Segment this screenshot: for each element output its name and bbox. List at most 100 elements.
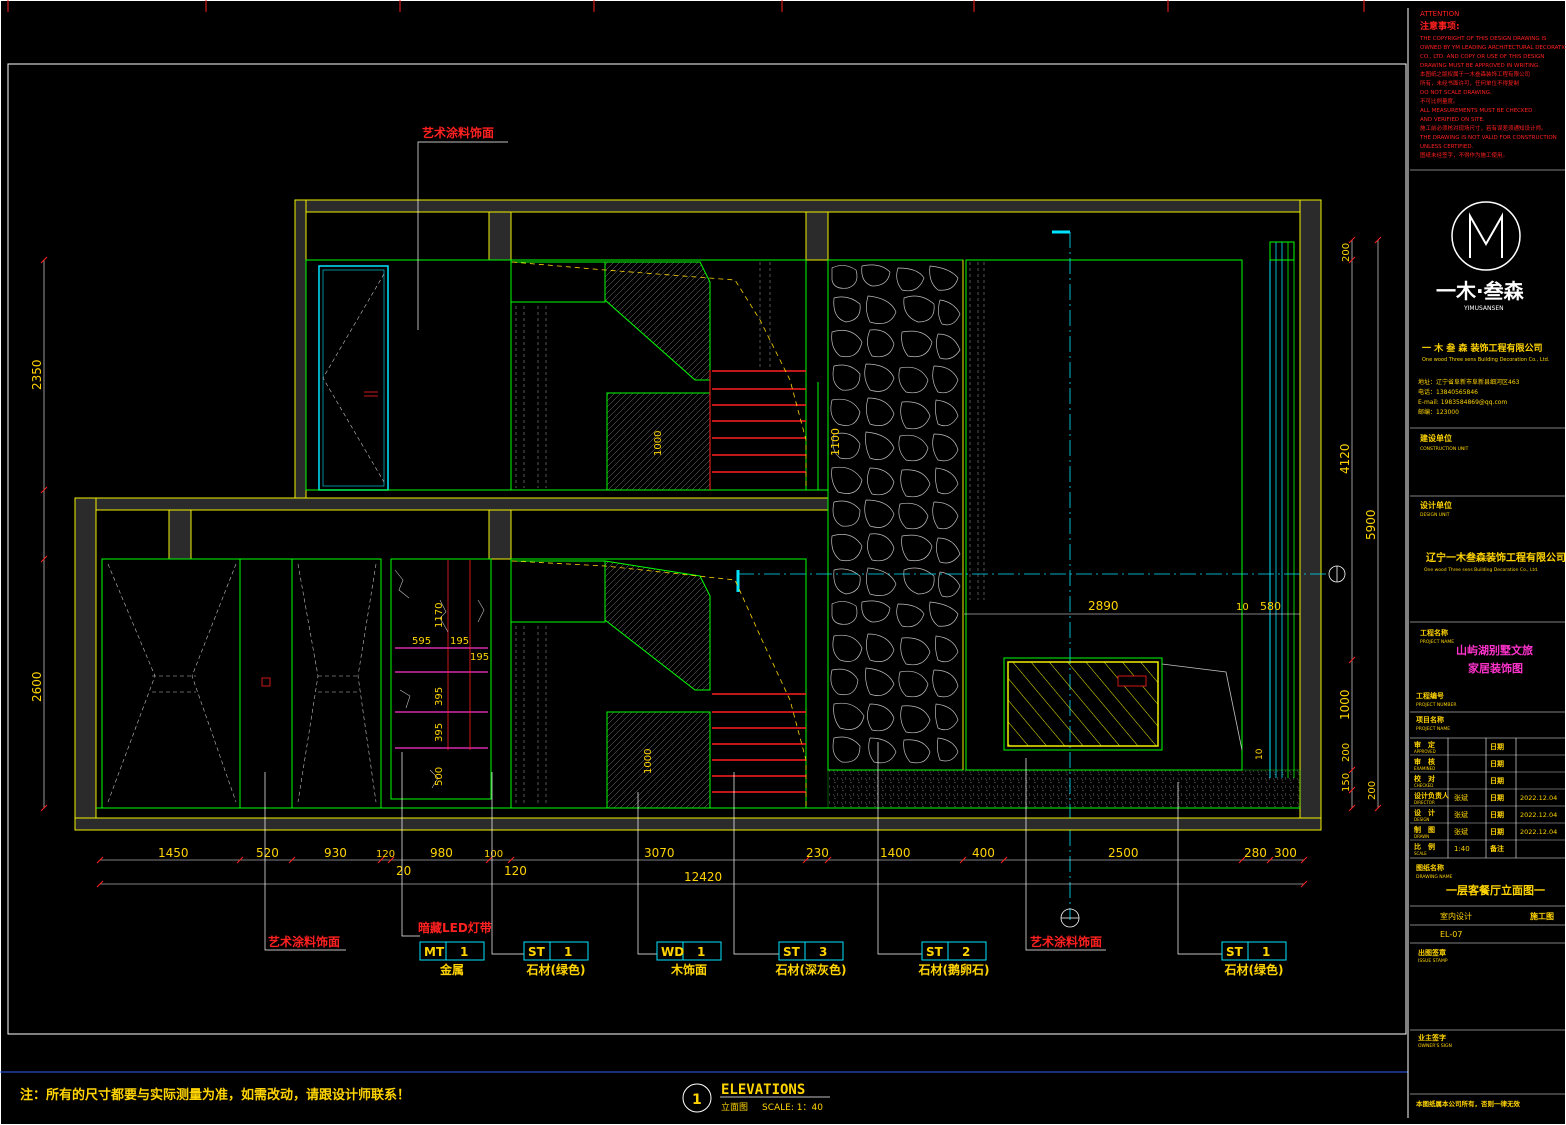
approval-date-label: 备注 [1489,844,1504,853]
tb-contact-1: 电话：13840565846 [1418,388,1478,396]
material-number: 1 [697,945,705,959]
material-tag-4: ST 2 石材(鹅卵石) [918,941,989,977]
approval-date-value: 2022.12.04 [1520,811,1557,819]
logo-en: YIMUSANSEN [1463,305,1504,312]
approval-date-label: 日期 [1490,742,1504,751]
tb-owner-en: OWNER'S SIGN [1418,1043,1452,1049]
material-label: 金属 [439,962,464,977]
material-tag-1: ST 1 石材(绿色) [523,941,589,977]
logo-cn: 一木·叁森 [1436,279,1525,303]
dim-right-6: 5900 [1364,509,1378,540]
grid-ticks [7,0,1365,12]
approval-label: 校 对 [1414,774,1435,783]
material-code: MT [424,945,445,959]
label-bottom-paint-right: 艺术涂料饰面 [1030,934,1102,949]
tb-note-line: THE COPYRIGHT OF THIS DESIGN DRAWING IS [1419,36,1547,42]
dim-bottom-3: 120 [376,849,395,860]
dim-int-0: 1000 [653,431,664,456]
approval-name: 张斌 [1454,810,1468,819]
dim-int-11: 395 [434,723,445,742]
right-wall-zone [736,230,1330,920]
tb-note-line: 图纸未经签字，不得作为施工使用。 [1420,151,1508,159]
approval-label: 设计负责人 [1414,791,1450,800]
material-code: ST [528,945,546,959]
material-label: 石材(绿色) [1224,962,1284,977]
material-tag-5: ST 1 石材(绿色) [1221,941,1287,977]
lower-shelf-unit [390,558,492,800]
material-tags: MT 1 金属 ST 1 石材(绿色) WD 1 木饰面 ST 3 石材(深灰色) ST 2 石材(鹅卵石)… [419,941,1287,977]
approval-label-en: DIRECTOR [1414,800,1435,805]
title-block: ATTENTION 注意事项: THE COPYRIGHT OF THIS DE… [1410,10,1566,1108]
tb-design-company: 辽宁一木叁森装饰工程有限公司 [1426,551,1566,564]
material-number: 1 [564,945,572,959]
tb-contact-0: 地址：辽宁省阜新市阜新县细河区463 [1418,378,1520,386]
dim-int-9: 1170 [434,603,445,628]
tb-drawing-name-label: 图纸名称 [1416,863,1444,872]
material-tag-3: ST 3 石材(深灰色) [775,941,847,977]
tb-project-label: 工程名称 [1420,628,1448,637]
cad-drawing-canvas: 1450 520 930 120 980 100 3070 230 1400 4… [0,0,1566,1125]
material-number: 1 [460,945,468,959]
drawing-title: ELEVATIONS [721,1082,805,1098]
approval-row: 设计负责人DIRECTOR 张斌 日期 2022.12.04 [1414,791,1557,805]
approval-label: 设 计 [1414,808,1435,817]
tb-project-en: PROJECT NAME [1420,639,1454,645]
tb-row-0-en: PROJECT NUMBER [1416,702,1456,708]
dim-left-0: 2350 [30,359,44,390]
material-label: 石材(绿色) [526,962,586,977]
dim-right-3: 200 [1341,743,1352,762]
dim-total: 12420 [684,870,722,884]
tb-drawing-name: 一层客餐厅立面图一 [1446,883,1545,897]
dim-bottom-10: 2500 [1108,846,1139,860]
approval-label: 比 例 [1414,842,1435,851]
approval-name: 1:40 [1454,845,1470,853]
tb-copyright: 本图纸属本公司所有，否则一律无效 [1416,1099,1521,1108]
dim-bottom-4: 980 [430,846,453,860]
tv-cabinet-panel [1003,657,1243,751]
tb-note-line: OWNED BY YM LEADING ARCHITECTURAL DECORA… [1420,45,1566,51]
approval-name: 张斌 [1454,793,1468,802]
tb-company-en: One wood Three sens Building Decoration … [1422,357,1550,363]
material-code: ST [1226,945,1244,959]
tb-sheet-no: EL-07 [1440,930,1462,939]
dim-int-10: 395 [434,687,445,706]
tb-owner-label: 业主签字 [1418,1033,1446,1042]
tb-note-line: DO NOT SCALE DRAWING. [1420,90,1492,96]
dim-int-1: 1100 [829,428,842,456]
tb-construction-unit: 建设单位 [1419,433,1452,443]
dim-left-1: 2600 [30,671,44,702]
material-tag-0: MT 1 金属 [419,941,485,977]
tb-design-unit: 设计单位 [1420,500,1452,510]
tb-note-line: AND VERIFIED ON SITE. [1420,117,1485,123]
tb-design-unit-en: DESIGN UNIT [1420,512,1450,518]
dim-right-0: 200 [1341,243,1352,262]
approval-row: 审 核EXAMINED 日期 [1414,757,1504,771]
leader-lines [264,141,1222,955]
label-bottom-paint-left: 艺术涂料饰面 [268,934,340,949]
upper-stair [510,259,819,491]
tb-design-company-en: One wood Three sens Building Decoration … [1424,567,1539,573]
approval-label-en: DRAWN [1414,834,1429,839]
dim-right-2: 1000 [1338,689,1352,720]
dim-int-13: 10 [1255,748,1265,760]
dim-bottom-12: 300 [1274,846,1297,860]
approval-label-en: EXAMINED [1414,766,1435,771]
tb-note-line: 本图纸之版权属于一木叁森装饰工程有限公司 [1420,70,1530,78]
tb-note-line: DRAWING MUST BE APPROVED IN WRITING. [1420,63,1540,69]
approval-date-label: 日期 [1490,776,1504,785]
approval-date-value: 2022.12.04 [1520,794,1557,802]
dim-int-5: 580 [1260,600,1281,613]
approval-label-en: CHECKED [1414,783,1433,788]
label-top-paint: 艺术涂料饰面 [422,125,494,140]
material-number: 1 [1262,945,1270,959]
approval-row: 制 图DRAWN 张斌 日期 2022.12.04 [1414,825,1557,839]
dim-bottom-9: 400 [972,846,995,860]
dim-bottom-8: 1400 [880,846,911,860]
approval-date-label: 日期 [1490,793,1504,802]
company-logo: 一木·叁森 YIMUSANSEN [1436,201,1525,312]
dim-bottom-0: 1450 [158,846,189,860]
material-label: 石材(深灰色) [775,962,847,977]
lower-stair [510,558,807,809]
approval-rows: 审 定APPROVED日期审 核EXAMINED日期校 对CHECKED日期设计… [1414,740,1557,856]
dim-sub-0: 20 [396,864,411,878]
